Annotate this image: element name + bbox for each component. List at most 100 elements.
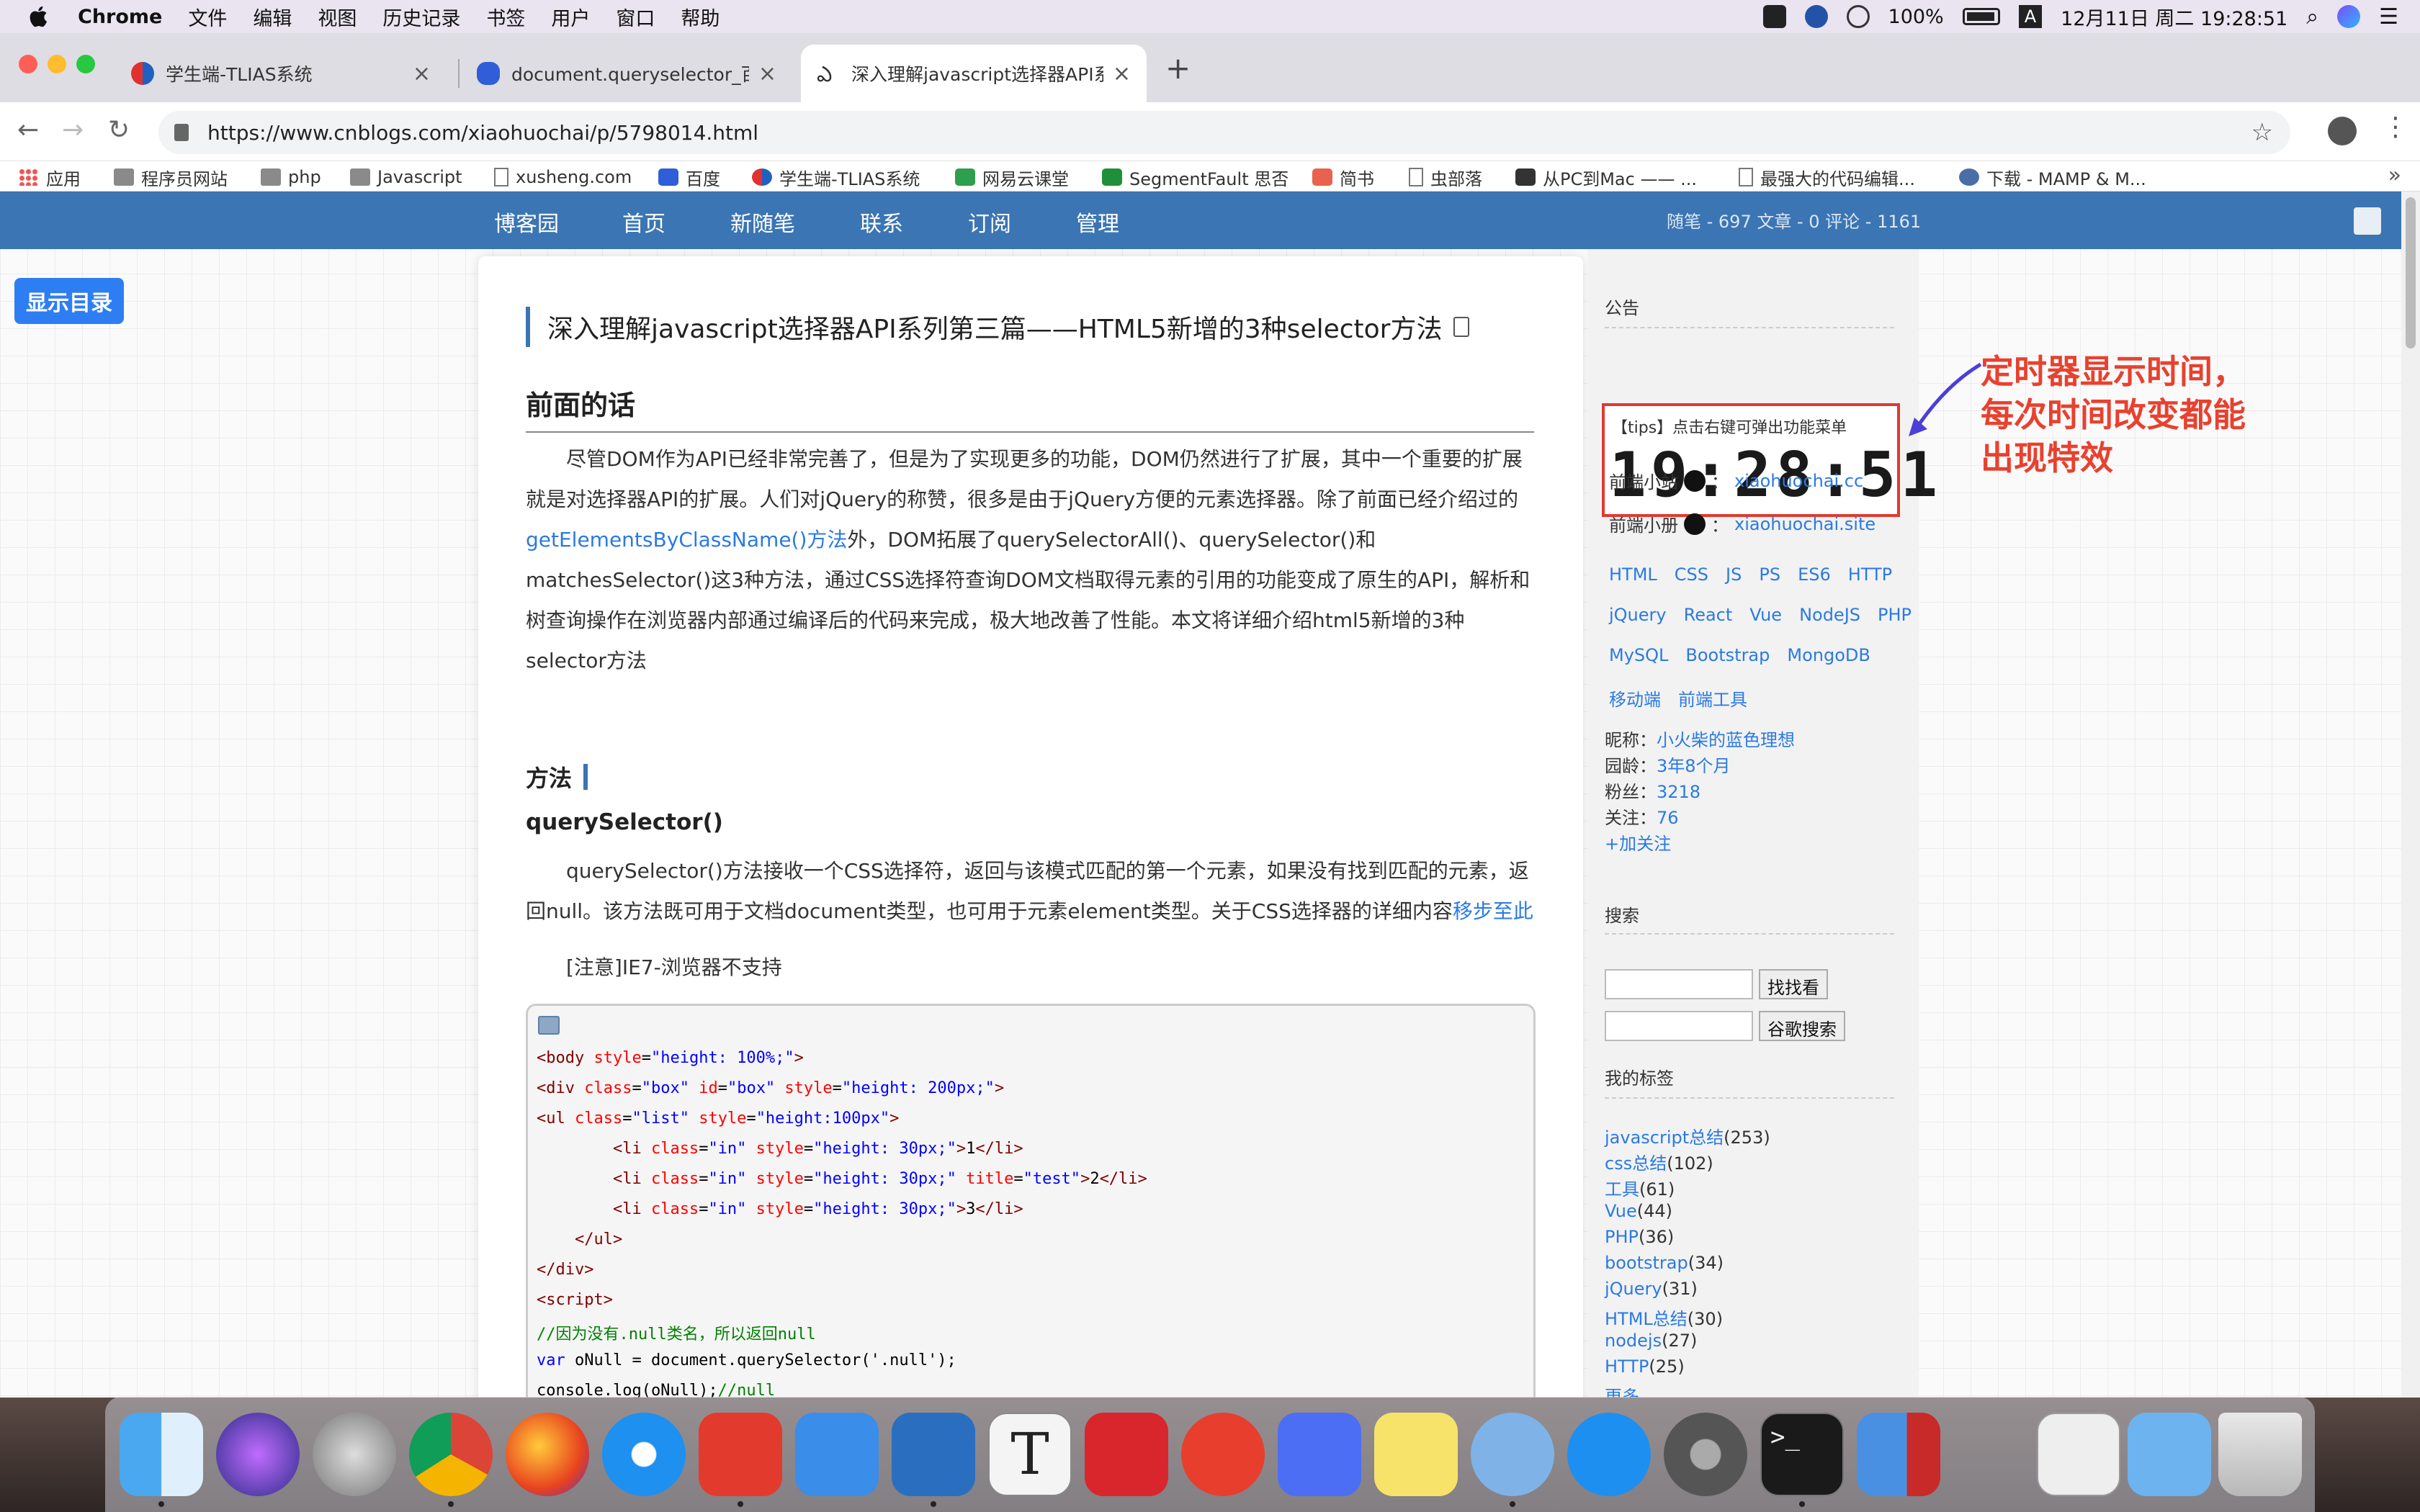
tag-link[interactable]: React — [1684, 605, 1733, 625]
tag-link[interactable]: MongoDB — [1787, 645, 1870, 665]
tag-link[interactable]: Bootstrap — [1685, 645, 1770, 665]
google-search-input[interactable] — [1605, 1011, 1753, 1041]
chrome-menu-icon[interactable]: ⋮ — [2383, 112, 2408, 142]
search-button[interactable]: 找找看 — [1759, 969, 1828, 999]
address-bar[interactable]: https://www.cnblogs.com/xiaohuochai/p/57… — [158, 111, 2290, 154]
apple-icon[interactable] — [27, 4, 52, 30]
getelementsbyclassname-link[interactable]: getElementsByClassName()方法 — [526, 528, 847, 552]
search-input[interactable] — [1605, 969, 1753, 999]
close-icon[interactable]: × — [758, 61, 776, 86]
new-tab-plus-icon[interactable]: + — [1165, 50, 1191, 86]
nav-manage[interactable]: 管理 — [1076, 206, 1119, 238]
parallels-icon[interactable] — [1857, 1413, 1940, 1496]
tag-count-link[interactable]: jQuery — [1605, 1279, 1662, 1299]
bookmark-163-study[interactable]: 网易云课堂 — [955, 164, 1069, 190]
back-arrow-icon[interactable]: ← — [17, 115, 39, 145]
tag-link[interactable]: MySQL — [1609, 645, 1668, 665]
bookmark-javascript[interactable]: Javascript — [350, 164, 462, 190]
bookmark-programmer-sites[interactable]: 程序员网站 — [114, 164, 228, 190]
finder-icon[interactable] — [120, 1413, 203, 1496]
forward-arrow-icon[interactable]: → — [62, 115, 84, 145]
tag-count-link[interactable]: 工具 — [1605, 1179, 1639, 1200]
wps-icon[interactable] — [1278, 1413, 1361, 1496]
downloads-folder-icon[interactable] — [2128, 1413, 2211, 1496]
tag-link[interactable]: Vue — [1749, 605, 1782, 625]
netease-music-icon[interactable] — [699, 1413, 782, 1496]
tag-link[interactable]: NodeJS — [1799, 605, 1860, 625]
bookmark-star-icon[interactable]: ☆ — [2251, 118, 2273, 147]
tag-count-link[interactable]: HTTP — [1605, 1356, 1649, 1377]
copy-icon[interactable] — [1453, 317, 1470, 337]
status-app-icon[interactable] — [1762, 5, 1786, 28]
tag-link[interactable]: HTTP — [1848, 564, 1892, 585]
add-follow-link[interactable]: +加关注 — [1605, 834, 1671, 854]
system-preferences-gear-icon[interactable] — [1664, 1413, 1747, 1496]
tag-count-link[interactable]: Vue — [1605, 1201, 1637, 1221]
siri-icon[interactable] — [2337, 5, 2361, 28]
tag-link[interactable]: JS — [1726, 564, 1742, 585]
profile-avatar-icon[interactable] — [2328, 117, 2357, 145]
menu-view[interactable]: 视图 — [318, 3, 357, 31]
fans-link[interactable]: 3218 — [1657, 782, 1700, 802]
tag-link[interactable]: CSS — [1675, 564, 1708, 585]
youdao-dict-icon[interactable] — [1085, 1413, 1168, 1496]
lock-icon[interactable] — [174, 124, 189, 141]
more-tags-link[interactable]: 更多 — [1605, 1387, 1639, 1398]
siri-icon[interactable] — [216, 1413, 300, 1496]
mamp-icon[interactable] — [1471, 1413, 1554, 1496]
notification-center-icon[interactable]: ☰ — [2379, 4, 2398, 30]
tag-count-link[interactable]: nodejs — [1605, 1331, 1662, 1351]
bookmark-pc-to-mac[interactable]: 从PC到Mac —— ... — [1515, 164, 1697, 190]
safari-compass-icon[interactable] — [602, 1413, 686, 1496]
feishu-icon[interactable] — [795, 1413, 879, 1496]
menu-help[interactable]: 帮助 — [681, 3, 720, 31]
github-icon[interactable] — [1684, 469, 1706, 492]
bookmark-segmentfault[interactable]: SegmentFault 思否 — [1102, 164, 1289, 190]
bookmark-chongbuluo[interactable]: 虫部落 — [1409, 164, 1482, 190]
page-scrollbar[interactable] — [2401, 192, 2420, 1398]
bookmarks-overflow-icon[interactable]: » — [2388, 163, 2401, 188]
vscode-icon[interactable] — [892, 1413, 975, 1496]
site-link-site[interactable]: xiaohuochai.site — [1734, 514, 1876, 534]
google-search-button[interactable]: 谷歌搜索 — [1759, 1011, 1845, 1041]
menu-clock[interactable]: 12月11日 周二 19:28:51 — [2061, 3, 2287, 31]
tag-link[interactable]: ES6 — [1798, 564, 1831, 585]
launchpad-rocket-icon[interactable] — [313, 1413, 396, 1496]
firefox-icon[interactable] — [506, 1413, 589, 1496]
tag-count-link[interactable]: javascript总结 — [1605, 1128, 1724, 1148]
bookmark-mamp[interactable]: 下载 - MAMP & M... — [1959, 164, 2146, 190]
terminal-icon[interactable]: >_ — [1760, 1413, 1844, 1496]
menu-history[interactable]: 历史记录 — [382, 3, 460, 31]
tag-count-link[interactable]: PHP — [1605, 1227, 1639, 1247]
menu-app-name[interactable]: Chrome — [78, 6, 162, 28]
nav-new-post[interactable]: 新随笔 — [730, 206, 795, 238]
tag-link[interactable]: 前端工具 — [1678, 690, 1747, 710]
tag-link[interactable]: jQuery — [1609, 605, 1667, 625]
chart-widget-icon[interactable] — [2354, 207, 2381, 235]
menu-edit[interactable]: 编辑 — [253, 3, 292, 31]
show-toc-button[interactable]: 显示目录 — [14, 278, 124, 324]
spotlight-search-icon[interactable]: ⌕ — [2306, 4, 2318, 30]
nav-contact[interactable]: 联系 — [860, 206, 903, 238]
nav-cnblogs[interactable]: 博客园 — [494, 206, 559, 238]
scrollbar-thumb[interactable] — [2406, 197, 2416, 348]
bookmark-php[interactable]: php — [261, 164, 321, 190]
nav-subscribe[interactable]: 订阅 — [968, 206, 1011, 238]
bookmark-code-editor[interactable]: 最强大的代码编辑... — [1739, 164, 1915, 190]
menu-file[interactable]: 文件 — [188, 3, 227, 31]
battery-icon[interactable] — [1962, 8, 2000, 25]
post-title-text[interactable]: 深入理解javascript选择器API系列第三篇——HTML5新增的3种sel… — [547, 308, 1442, 346]
chrome-icon[interactable] — [409, 1413, 493, 1496]
follow-link[interactable]: 76 — [1657, 808, 1679, 828]
reload-icon[interactable]: ↻ — [108, 115, 130, 145]
window-close-button[interactable] — [19, 55, 37, 73]
nickname-link[interactable]: 小火柴的蓝色理想 — [1657, 730, 1795, 750]
zip-archive-icon[interactable] — [2037, 1413, 2120, 1496]
tag-link[interactable]: PHP — [1878, 605, 1912, 625]
menu-bookmarks[interactable]: 书签 — [486, 3, 525, 31]
site-link-cc[interactable]: xiaohuochai.cc — [1734, 471, 1863, 491]
code-block[interactable]: <body style="height: 100%;"> <div class=… — [526, 1004, 1536, 1398]
status-baidu-icon[interactable] — [1804, 5, 1828, 28]
bookmark-jianshu[interactable]: 简书 — [1312, 164, 1374, 190]
copy-code-icon[interactable] — [538, 1016, 560, 1035]
